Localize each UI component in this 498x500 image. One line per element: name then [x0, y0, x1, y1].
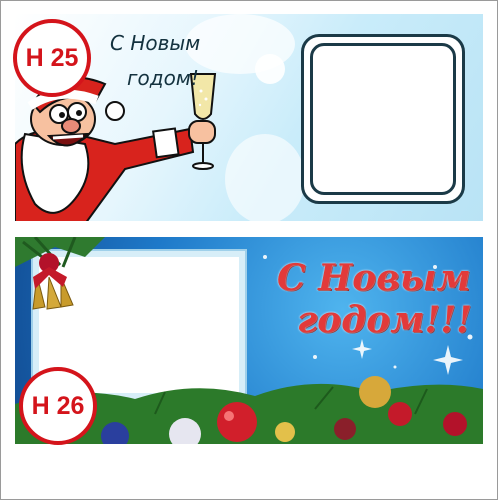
christmas-bells-icon: [15, 237, 105, 310]
badge-h25: H 25: [13, 19, 91, 97]
greeting-line-1: С Новым: [110, 31, 201, 55]
greeting-line-1: С Новым: [277, 257, 471, 299]
greeting-line-2: годом!: [127, 66, 199, 90]
badge-h26: H 26: [19, 367, 97, 445]
design-sheet: С Новым годом! H 25 С Новым годом!!! H 2…: [0, 0, 498, 500]
greeting-line-2: годом!!!: [297, 299, 472, 341]
photo-frame: [301, 34, 465, 204]
